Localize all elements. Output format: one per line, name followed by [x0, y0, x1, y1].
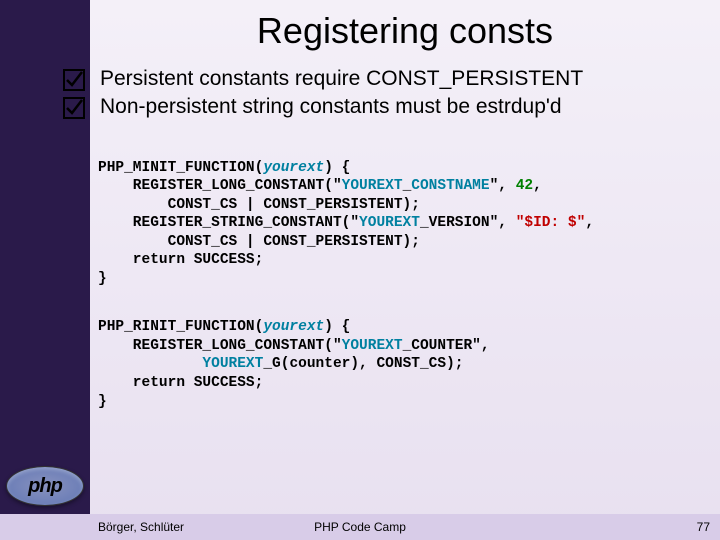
slide-content: Registering consts Persistent constants …: [90, 0, 720, 540]
footer: Börger, Schlüter PHP Code Camp 77: [0, 514, 720, 540]
php-logo-text: php: [28, 475, 62, 498]
bullet-text: Persistent constants require CONST_PERSI…: [100, 66, 583, 92]
slide-title: Registering consts: [90, 0, 720, 66]
code-block-rinit: PHP_RINIT_FUNCTION(yourext) { REGISTER_L…: [98, 318, 716, 411]
code-block-minit: PHP_MINIT_FUNCTION(yourext) { REGISTER_L…: [98, 159, 716, 289]
checkbox-icon: [62, 96, 86, 120]
footer-title: PHP Code Camp: [0, 520, 720, 534]
bullet-item: Persistent constants require CONST_PERSI…: [100, 66, 720, 92]
bullet-item: Non-persistent string constants must be …: [100, 94, 720, 120]
checkbox-icon: [62, 68, 86, 92]
footer-page-number: 77: [697, 520, 710, 534]
bullet-list: Persistent constants require CONST_PERSI…: [90, 66, 720, 121]
bullet-text: Non-persistent string constants must be …: [100, 94, 562, 120]
php-logo: php: [6, 466, 84, 506]
